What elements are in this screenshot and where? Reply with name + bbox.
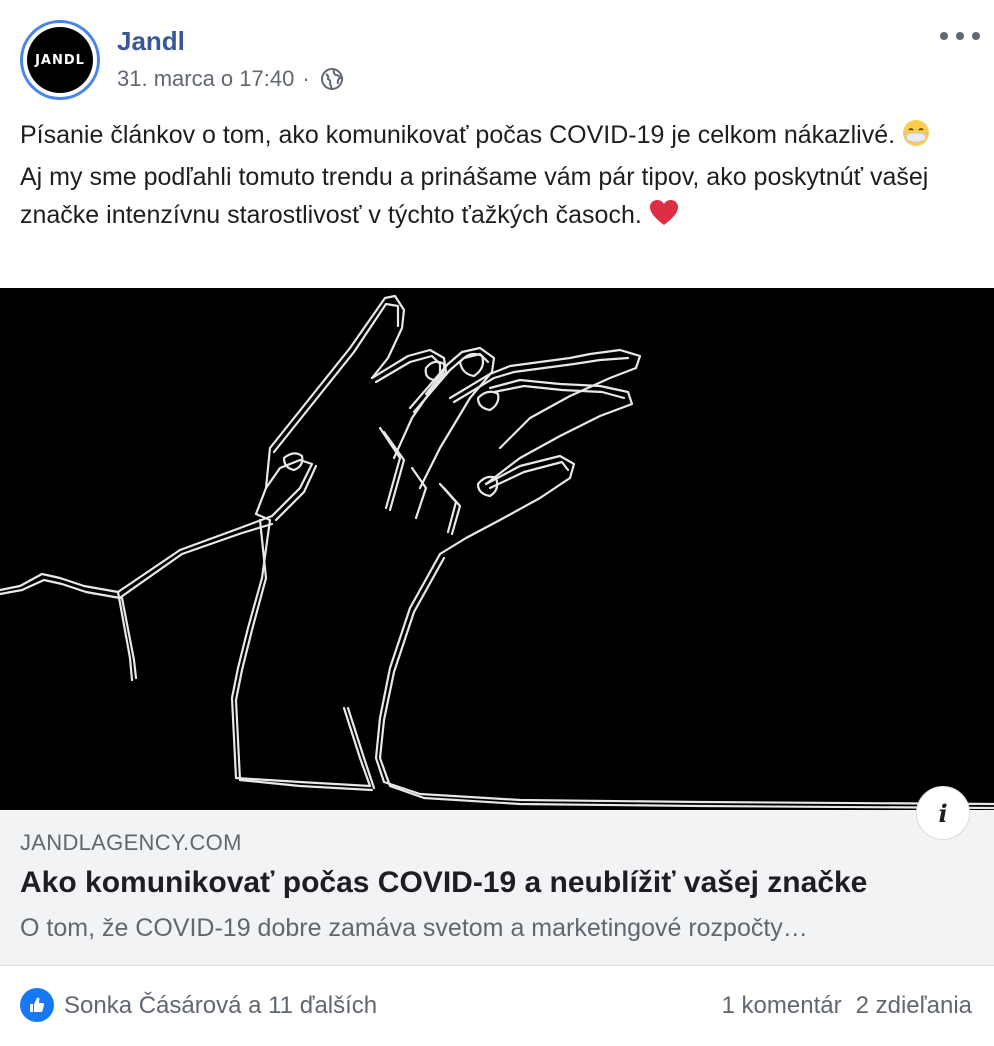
link-preview-image[interactable] — [0, 288, 994, 810]
post-meta: 31. marca o 17:40 · — [117, 66, 344, 92]
face-with-medical-mask-icon — [902, 119, 930, 158]
comments-count[interactable]: 1 komentár — [722, 992, 842, 1020]
post-timestamp[interactable]: 31. marca o 17:40 — [117, 66, 294, 92]
meta-separator: · — [302, 66, 310, 91]
post-footer: Sonka Čásárová a 11 ďalších 1 komentár 2… — [0, 966, 994, 1046]
post-header: JANDL Jandl 31. marca o 17:40 · — [0, 0, 994, 110]
shares-count[interactable]: 2 zdieľania — [856, 992, 972, 1020]
link-description: O tom, že COVID-19 dobre zamáva svetom a… — [20, 914, 808, 942]
post-text: Písanie článkov o tom, ako komunikovať p… — [20, 116, 950, 238]
info-icon[interactable]: i — [916, 786, 970, 840]
globe-icon[interactable] — [320, 67, 344, 91]
hands-line-art — [0, 294, 994, 810]
reactors-link[interactable]: Sonka Čásárová a 11 ďalších — [64, 992, 377, 1020]
info-icon-glyph: i — [938, 798, 948, 828]
more-dot — [972, 32, 980, 40]
post-text-part2: Aj my sme podľahli tomuto trendu a priná… — [20, 163, 929, 229]
engagement-counts: 1 komentár 2 zdieľania — [722, 992, 972, 1020]
page-avatar[interactable]: JANDL — [20, 20, 100, 100]
avatar-logo-text: JANDL — [35, 52, 85, 68]
red-heart-icon — [649, 199, 679, 238]
link-domain: JANDLAGENCY.COM — [20, 830, 242, 855]
post-text-part1: Písanie článkov o tom, ako komunikovať p… — [20, 121, 902, 149]
link-preview-card[interactable]: JANDLAGENCY.COM Ako komunikovať počas CO… — [0, 786, 994, 966]
link-title[interactable]: Ako komunikovať počas COVID-19 a neublíž… — [20, 866, 867, 900]
like-icon[interactable] — [20, 988, 54, 1022]
more-dot — [940, 32, 948, 40]
more-dot — [956, 32, 964, 40]
avatar-logo: JANDL — [27, 27, 93, 93]
page-name-link[interactable]: Jandl — [117, 26, 185, 57]
more-options-icon[interactable] — [940, 24, 980, 48]
